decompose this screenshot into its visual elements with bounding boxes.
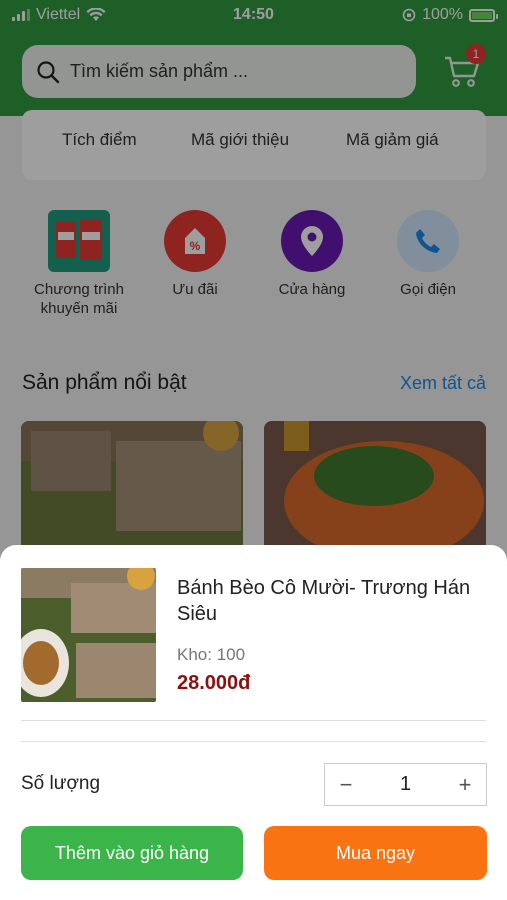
quantity-value[interactable]: 1	[367, 773, 444, 796]
product-price: 28.000đ	[177, 672, 251, 694]
add-to-cart-sheet: Bánh Bèo Cô Mười- Trương Hán Siêu Kho: 1…	[0, 545, 507, 900]
divider	[21, 741, 486, 742]
add-to-cart-button[interactable]: Thêm vào giỏ hàng	[21, 826, 243, 880]
increase-quantity-button[interactable]: +	[444, 772, 486, 798]
product-name: Bánh Bèo Cô Mười- Trương Hán Siêu	[177, 577, 471, 625]
quantity-label: Số lượng	[21, 773, 101, 794]
decrease-quantity-button[interactable]: −	[325, 772, 367, 798]
quantity-stepper[interactable]: − 1 +	[324, 763, 487, 806]
product-thumbnail	[21, 568, 156, 702]
stock-quantity: Kho: 100	[177, 645, 246, 664]
buy-now-button[interactable]: Mua ngay	[264, 826, 487, 880]
divider	[21, 720, 486, 721]
